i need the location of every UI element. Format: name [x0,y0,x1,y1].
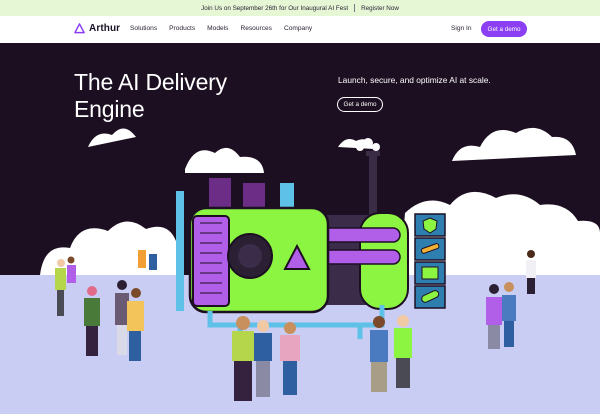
nav-item-products[interactable]: Products [169,25,195,32]
top-nav: Arthur Solutions Products Models Resourc… [0,16,600,43]
announcement-divider [354,4,356,12]
nav-item-resources[interactable]: Resources [240,25,272,32]
announcement-text: Join Us on September 26th for Our Inaugu… [201,4,349,12]
get-demo-button[interactable]: Get a demo [481,21,527,37]
brand-name: Arthur [89,23,121,34]
hero-title: The AI Delivery Engine [74,69,227,122]
list-icon [421,266,439,280]
announcement-bar: Join Us on September 26th for Our Inaugu… [0,0,600,16]
nav-item-company[interactable]: Company [284,25,312,32]
nav-menu: Solutions Products Models Resources Comp… [130,25,312,32]
arthur-logo-icon [74,23,85,34]
hero-get-demo-button[interactable]: Get a demo [337,97,383,112]
hero-section: The AI Delivery Engine Launch, secure, a… [0,43,600,414]
brand-logo[interactable]: Arthur [74,23,120,34]
sign-in-link[interactable]: Sign In [451,25,472,32]
hero-subtitle: Launch, secure, and optimize AI at scale… [338,75,491,85]
register-now-link[interactable]: Register Now [361,5,399,12]
nav-item-solutions[interactable]: Solutions [130,25,157,32]
nav-item-models[interactable]: Models [207,25,228,32]
